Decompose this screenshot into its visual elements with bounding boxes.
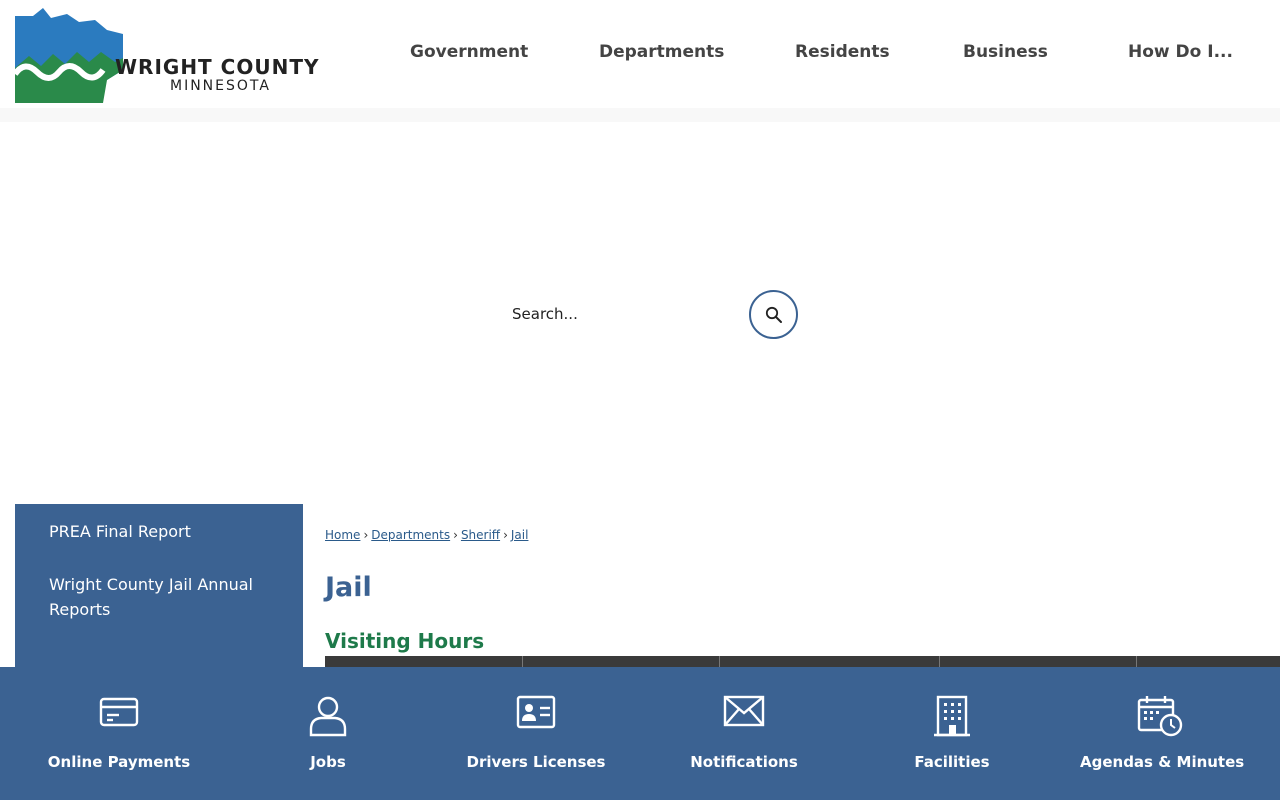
quick-link-facilities[interactable]: Facilities — [902, 667, 1002, 800]
site-header: WRIGHT COUNTY MINNESOTA Government Depar… — [0, 0, 1280, 108]
nav-government[interactable]: Government — [410, 42, 528, 62]
quick-link-jobs[interactable]: Jobs — [278, 667, 378, 800]
breadcrumb-separator: › — [363, 528, 369, 542]
nav-business[interactable]: Business — [963, 42, 1048, 62]
quick-link-label: Notifications — [690, 753, 798, 771]
search-icon — [765, 306, 782, 323]
sidebar-nav: PREA Final Report Wright County Jail Ann… — [15, 504, 303, 674]
quick-link-online-payments[interactable]: Online Payments — [44, 667, 194, 800]
breadcrumb-sheriff[interactable]: Sheriff — [461, 528, 500, 542]
header-divider — [0, 108, 1280, 122]
quick-link-label: Drivers Licenses — [466, 753, 606, 771]
quick-link-label: Agendas & Minutes — [1080, 753, 1245, 771]
breadcrumb-separator: › — [503, 528, 508, 542]
nav-departments[interactable]: Departments — [599, 42, 724, 62]
quick-links-bar: Online Payments Jobs Drivers Licenses No… — [0, 667, 1280, 800]
page-title: Jail — [325, 572, 372, 603]
sidebar-item-prea-final-report[interactable]: PREA Final Report — [49, 519, 279, 544]
quick-link-label: Jobs — [310, 753, 346, 771]
quick-link-drivers-licenses[interactable]: Drivers Licenses — [466, 667, 606, 800]
search-input[interactable] — [500, 298, 740, 330]
breadcrumb-departments[interactable]: Departments — [371, 528, 450, 542]
section-heading-visiting-hours: Visiting Hours — [325, 629, 485, 653]
id-card-icon — [516, 695, 556, 733]
site-search — [500, 290, 800, 340]
envelope-icon — [723, 695, 765, 731]
logo-state: MINNESOTA — [170, 78, 271, 94]
nav-residents[interactable]: Residents — [795, 42, 890, 62]
calendar-clock-icon — [1137, 695, 1183, 741]
person-icon — [308, 695, 348, 741]
quick-link-label: Facilities — [914, 753, 990, 771]
quick-link-notifications[interactable]: Notifications — [684, 667, 804, 800]
nav-how-do-i[interactable]: How Do I... — [1128, 42, 1233, 62]
breadcrumb-home[interactable]: Home — [325, 528, 360, 542]
quick-link-agendas-minutes[interactable]: Agendas & Minutes — [1080, 667, 1245, 800]
quick-link-label: Online Payments — [47, 753, 191, 771]
breadcrumb-separator: › — [453, 528, 458, 542]
breadcrumb: Home › Departments › Sheriff › Jail — [325, 528, 528, 542]
search-button[interactable] — [749, 290, 798, 339]
building-icon — [934, 695, 970, 741]
sidebar-item-jail-annual-reports[interactable]: Wright County Jail Annual Reports — [49, 572, 279, 622]
main-nav: Government Departments Residents Busines… — [0, 42, 1280, 68]
credit-card-icon — [99, 695, 139, 733]
breadcrumb-jail[interactable]: Jail — [511, 528, 529, 542]
